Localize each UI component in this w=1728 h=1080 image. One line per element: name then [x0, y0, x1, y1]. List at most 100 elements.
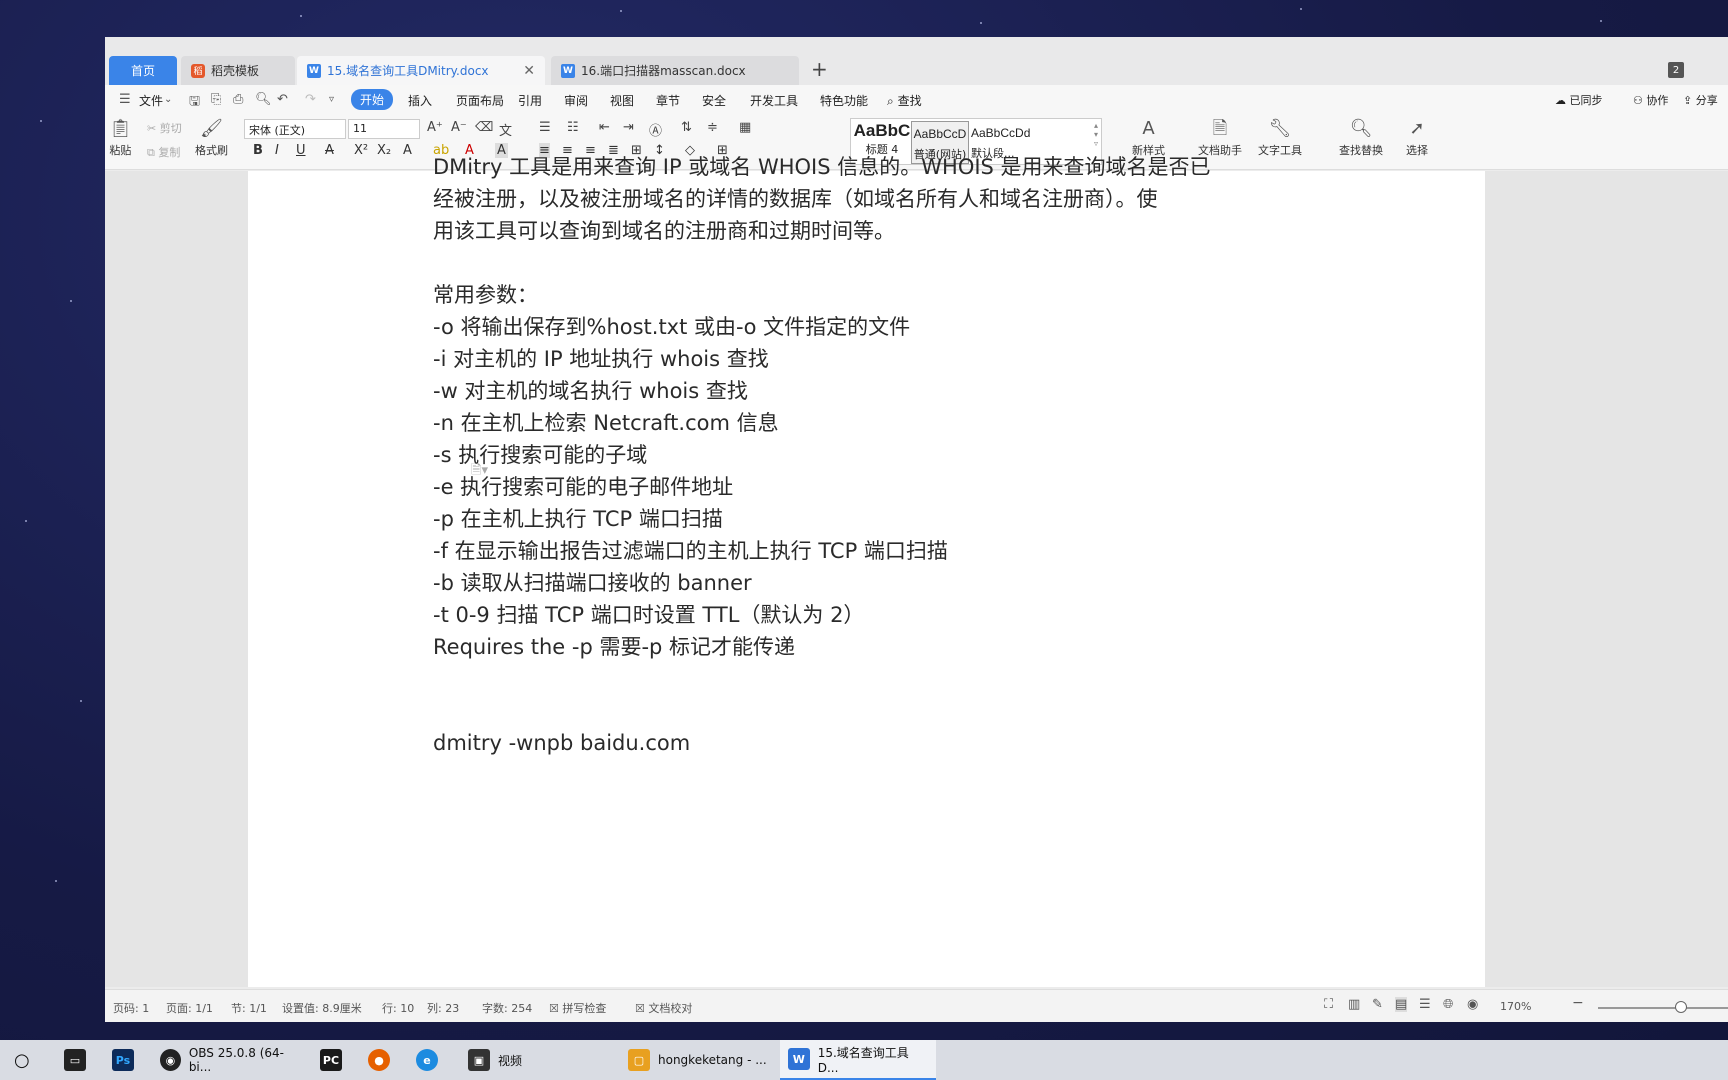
params-title[interactable]: 常用参数： [433, 279, 1393, 311]
taskbar-wps-doc[interactable]: W 15.域名查询工具D... [780, 1040, 936, 1080]
increase-indent-icon[interactable]: ⇥ [623, 120, 634, 135]
spell-check-toggle[interactable]: ☒ 拼写检查 [549, 1000, 606, 1016]
param-line[interactable]: -i 对主机的 IP 地址执行 whois 查找 [433, 343, 1393, 375]
text-effect-icon[interactable]: A [403, 143, 412, 158]
tab-home[interactable]: 首页 [109, 56, 177, 85]
tab-masscan-doc[interactable]: W 16.端口扫描器masscan.docx [551, 56, 799, 85]
superscript-icon[interactable]: X² [354, 143, 368, 158]
bullet-list-icon[interactable]: ☰ [539, 120, 551, 135]
fullscreen-icon[interactable]: ⛶ [1324, 997, 1333, 1012]
pycharm-app[interactable]: PC [312, 1040, 350, 1080]
copy-button[interactable]: ⧉ 复制 [147, 144, 180, 160]
format-painter-button[interactable]: 🖌︎ 格式刷 [195, 119, 228, 158]
taskbar-obs[interactable]: ◉ OBS 25.0.8 (64-bi... [152, 1040, 308, 1080]
menu-page-layout[interactable]: 页面布局 [456, 92, 504, 109]
menu-features[interactable]: 特色功能 [820, 92, 868, 109]
share-button[interactable]: ⇪ 分享 [1683, 92, 1718, 108]
tab-docer-templates[interactable]: 稻 稻壳模板 [181, 56, 295, 85]
terminal-app[interactable]: ▭ [56, 1040, 94, 1080]
param-line[interactable]: -f 在显示输出报告过滤端口的主机上执行 TCP 端口扫描 [433, 535, 1393, 567]
photoshop-app[interactable]: Ps [104, 1040, 142, 1080]
status-page-number[interactable]: 页码: 1 [113, 1000, 149, 1016]
select-button[interactable]: ➚ 选择 [1406, 119, 1428, 158]
intro-paragraph[interactable]: DMitry 工具是用来查询 IP 或域名 WHOIS 信息的。WHOIS 是用… [433, 151, 1393, 247]
clear-format-icon[interactable]: ⌫ [475, 120, 493, 135]
param-line[interactable]: -t 0-9 扫描 TCP 端口时设置 TTL（默认为 2） [433, 599, 1393, 631]
zoom-out-icon[interactable]: − [1572, 995, 1584, 1011]
table-border-icon[interactable]: ▦ [739, 120, 751, 135]
status-setting[interactable]: 设置值: 8.9厘米 [282, 1000, 362, 1016]
param-line[interactable]: -p 在主机上执行 TCP 端口扫描 [433, 503, 1393, 535]
redo-icon[interactable]: ↷ [305, 92, 316, 107]
menu-dev-tools[interactable]: 开发工具 [750, 92, 798, 109]
outline-view-icon[interactable]: ☰ [1419, 997, 1431, 1012]
param-line[interactable]: -n 在主机上检索 Netcraft.com 信息 [433, 407, 1393, 439]
numbered-list-icon[interactable]: ☷ [567, 120, 579, 135]
underline-icon[interactable]: U [296, 143, 306, 158]
menu-icon[interactable]: ☰ [119, 92, 131, 107]
cut-button[interactable]: ✂ 剪切 [147, 120, 182, 136]
line-spacing-icon[interactable]: ≑ [707, 120, 718, 135]
paste-button[interactable]: 📋︎ 粘贴 [109, 119, 132, 158]
param-line[interactable]: -w 对主机的域名执行 whois 查找 [433, 375, 1393, 407]
intro-line[interactable]: 用该工具可以查询到域名的注册商和过期时间等。 [433, 215, 1393, 247]
paragraph-menu-icon[interactable]: 🗎▾ [471, 461, 488, 483]
zoom-slider[interactable] [1598, 1007, 1728, 1009]
customize-qa-icon[interactable]: ▿ [329, 94, 334, 105]
zoom-level[interactable]: 170% [1500, 1000, 1531, 1013]
font-name-select[interactable]: 宋体 (正文) [244, 119, 346, 139]
bold-icon[interactable]: B [253, 143, 263, 158]
document-body[interactable]: DMitry 工具是用来查询 IP 或域名 WHOIS 信息的。WHOIS 是用… [433, 155, 1393, 759]
italic-icon[interactable]: I [275, 143, 279, 158]
menu-start[interactable]: 开始 [351, 89, 394, 110]
web-view-icon[interactable]: 🌐︎ [1443, 997, 1453, 1012]
param-line[interactable]: -b 读取从扫描端口接收的 banner [433, 567, 1393, 599]
edit-pen-icon[interactable]: ✎ [1372, 997, 1383, 1012]
zoom-slider-handle[interactable] [1675, 1001, 1687, 1013]
save-icon[interactable]: 🖫 [189, 92, 200, 114]
menu-find[interactable]: ⌕ 查找 [887, 92, 922, 109]
param-line[interactable]: -e 执行搜索可能的电子邮件地址 [433, 471, 1393, 503]
status-col[interactable]: 列: 23 [427, 1000, 459, 1016]
reading-mode-icon[interactable]: ▥ [1348, 997, 1360, 1012]
undo-icon[interactable]: ↶ [277, 92, 288, 107]
page-view-icon[interactable]: ▤ [1395, 997, 1408, 1012]
document-scroll-area[interactable]: DMitry 工具是用来查询 IP 或域名 WHOIS 信息的。WHOIS 是用… [105, 155, 1728, 987]
status-section[interactable]: 节: 1/1 [231, 1000, 267, 1016]
tab-dmitry-doc[interactable]: W 15.域名查询工具DMitry.docx ✕ [297, 56, 545, 85]
command-line[interactable]: dmitry -wnpb baidu.com [433, 727, 1393, 759]
eye-protect-icon[interactable]: ◉ [1467, 997, 1478, 1012]
close-icon[interactable]: ✕ [523, 63, 535, 79]
print-icon[interactable]: ⎙ [233, 92, 243, 107]
status-word-count[interactable]: 字数: 254 [482, 1000, 532, 1016]
intro-line[interactable]: DMitry 工具是用来查询 IP 或域名 WHOIS 信息的。WHOIS 是用… [433, 151, 1393, 183]
decrease-indent-icon[interactable]: ⇤ [599, 120, 610, 135]
param-line[interactable]: -s 执行搜索可能的子域 [433, 439, 1393, 471]
window-count-badge[interactable]: 2 [1668, 62, 1684, 78]
status-pages[interactable]: 页面: 1/1 [166, 1000, 213, 1016]
collaborate-button[interactable]: ⚇ 协作 [1633, 92, 1668, 108]
edge-app[interactable]: e [408, 1040, 446, 1080]
menu-insert[interactable]: 插入 [408, 92, 432, 109]
firefox-app[interactable]: ● [360, 1040, 398, 1080]
menu-file[interactable]: 文件 [139, 92, 163, 109]
font-size-select[interactable]: 11 [348, 119, 420, 139]
shrink-font-icon[interactable]: A⁻ [451, 120, 467, 135]
strikethrough-icon[interactable]: A [325, 143, 334, 158]
menu-chapter[interactable]: 章节 [656, 92, 680, 109]
proofread-toggle[interactable]: ☒ 文档校对 [635, 1000, 692, 1016]
sort-icon[interactable]: ⇅ [681, 120, 692, 135]
subscript-icon[interactable]: X₂ [377, 143, 391, 158]
new-tab-button[interactable]: + [811, 57, 828, 81]
taskbar-hongkeketang[interactable]: ▢ hongkeketang - ... [620, 1040, 776, 1080]
menu-review[interactable]: 审阅 [564, 92, 588, 109]
search-button[interactable]: ○ [6, 1040, 38, 1080]
param-line[interactable]: Requires the -p 需要-p 标记才能传递 [433, 631, 1393, 663]
grow-font-icon[interactable]: A⁺ [427, 120, 443, 135]
param-line[interactable]: -o 将输出保存到%host.txt 或由-o 文件指定的文件 [433, 311, 1393, 343]
sync-status[interactable]: ☁ 已同步 [1555, 92, 1603, 108]
intro-line[interactable]: 经被注册，以及被注册域名的详情的数据库（如域名所有人和域名注册商）。使 [433, 183, 1393, 215]
chevron-down-icon[interactable]: ⌄ [164, 94, 172, 105]
text-direction-icon[interactable]: Ⓐ [649, 120, 662, 139]
menu-references[interactable]: 引用 [518, 92, 542, 109]
